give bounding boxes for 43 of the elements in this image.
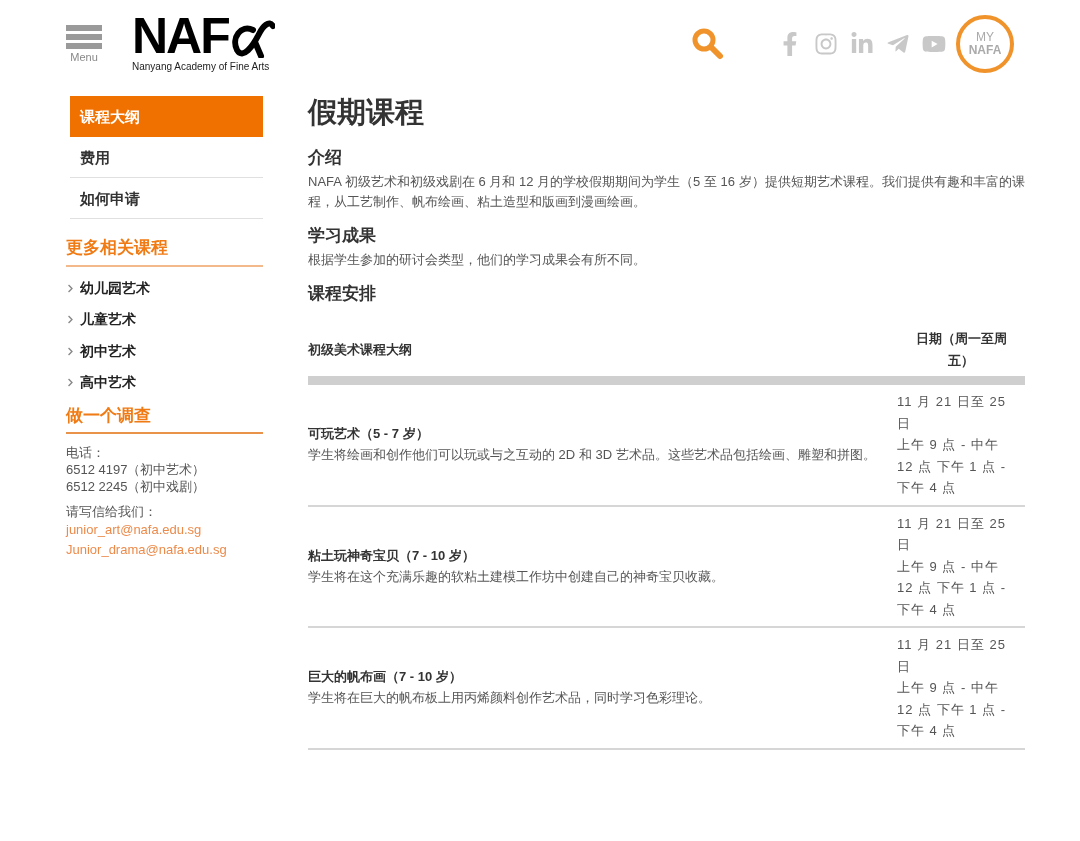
course-name: 巨大的帆布画（7 - 10 岁） — [308, 668, 463, 687]
section-heading: 更多相关课程 — [66, 235, 263, 267]
search-icon[interactable] — [690, 26, 726, 62]
course-time: 上午 9 点 - 中午 12 点 下午 1 点 - 下午 4 点 — [897, 557, 1008, 619]
telegram-icon[interactable] — [886, 32, 910, 56]
chevron-icon — [66, 315, 75, 325]
course-date: 11 月 21 日至 25 日 — [897, 514, 1007, 554]
page-title: 假期课程 — [308, 95, 425, 130]
related-course-link[interactable]: 高中艺术 — [66, 367, 263, 399]
related-course-link[interactable]: 初中艺术 — [66, 335, 263, 367]
course-description: 学生将在巨大的帆布板上用丙烯颜料创作艺术品，同时学习色彩理论。 — [308, 689, 712, 708]
course-description: 学生将在这个充满乐趣的软粘土建模工作坊中创建自己的神奇宝贝收藏。 — [308, 567, 725, 586]
related-course-link[interactable]: 幼儿园艺术 — [66, 272, 263, 304]
section-heading: 做一个调查 — [66, 402, 263, 434]
course-name: 粘土玩神奇宝贝（7 - 10 岁） — [308, 546, 476, 565]
section-heading: 学习成果 — [308, 225, 377, 247]
table-header-cell: 日期（周一至周五） — [897, 328, 1025, 381]
menu-button[interactable]: Menu — [66, 24, 102, 64]
course-date: 11 月 21 日至 25 日 — [897, 636, 1007, 676]
linkedin-icon[interactable] — [850, 32, 874, 56]
table-header-cell: 初级美术课程大纲 — [308, 328, 897, 381]
section-heading: 课程安排 — [308, 283, 377, 305]
phone-number: 6512 4197（初中艺术） — [66, 461, 207, 478]
phone-label: 电话： — [66, 444, 106, 461]
section-text: NAFA 初级艺术和初级戏剧在 6 月和 12 月的学校假期期间为学生（5 至 16 岁）提供短期艺术课程。我们提供有趣和丰富的课程，从工艺制作、帆布绘画、粘土造型和版画到漫画绘画。 — [308, 173, 1025, 211]
email-label: 请写信给我们： — [66, 503, 158, 520]
sidebar-nav-item[interactable]: 费用 — [70, 137, 263, 178]
course-time: 上午 9 点 - 中午 12 点 下午 1 点 - 下午 4 点 — [897, 436, 1008, 497]
chevron-icon — [66, 378, 75, 388]
related-course-link[interactable]: 儿童艺术 — [66, 304, 263, 336]
nafa-logo[interactable]: NAF Nanyang Academy of Fine Arts — [132, 14, 275, 74]
section-heading: 介绍 — [308, 147, 343, 169]
menu-icon — [66, 24, 102, 49]
course-date: 11 月 21 日至 25 日 — [897, 393, 1007, 433]
instagram-icon[interactable] — [814, 32, 838, 56]
course-time: 上午 9 点 - 中午 12 点 下午 1 点 - 下午 4 点 — [897, 679, 1008, 740]
chevron-icon — [66, 346, 75, 356]
chevron-icon — [66, 283, 75, 293]
sidebar-nav-item[interactable]: 如何申请 — [70, 178, 263, 219]
course-description: 学生将绘画和创作他们可以玩或与之互动的 2D 和 3D 艺术品。这些艺术品包括绘画、雕塑和拼图。 — [308, 446, 877, 465]
phone-number: 6512 2245（初中戏剧） — [66, 478, 207, 495]
course-name: 可玩艺术（5 - 7 岁） — [308, 425, 430, 444]
section-text: 根据学生参加的研讨会类型，他们的学习成果会有所不同。 — [308, 251, 647, 269]
